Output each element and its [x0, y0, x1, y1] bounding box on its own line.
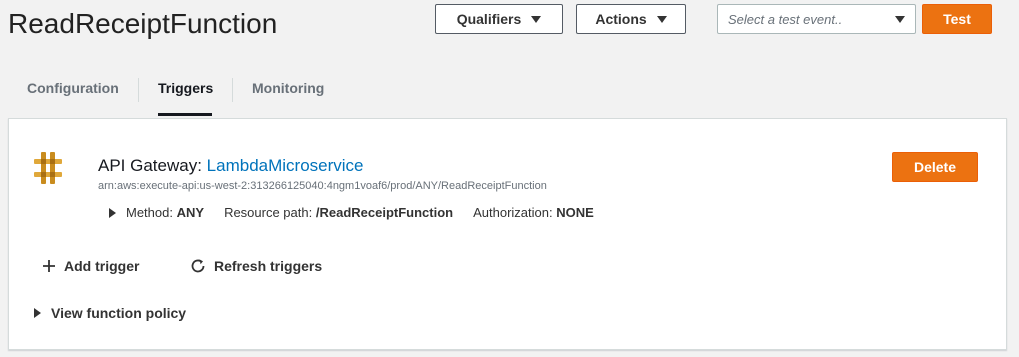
qualifiers-dropdown[interactable]: Qualifiers [435, 4, 563, 34]
test-event-placeholder: Select a test event.. [728, 11, 843, 27]
expand-triangle-icon [34, 308, 41, 318]
qualifiers-label: Qualifiers [456, 11, 522, 27]
caret-down-icon [656, 15, 667, 23]
method-value: ANY [176, 205, 205, 220]
caret-down-icon [531, 15, 542, 23]
refresh-triggers-label: Refresh triggers [214, 258, 323, 274]
trigger-type-label: API Gateway: [98, 156, 207, 175]
triggers-panel: API Gateway: LambdaMicroservice arn:aws:… [8, 118, 1007, 350]
tab-configuration[interactable]: Configuration [27, 70, 119, 116]
caret-down-icon [895, 15, 905, 23]
tab-divider [138, 78, 139, 102]
tab-bar: Configuration Triggers Monitoring [0, 70, 400, 116]
add-trigger-label: Add trigger [64, 258, 140, 274]
method-detail: Method: ANY [126, 205, 204, 220]
trigger-arn: arn:aws:execute-api:us-west-2:3132661250… [98, 180, 547, 192]
view-function-policy-toggle[interactable]: View function policy [34, 305, 186, 321]
method-label: Method: [126, 205, 173, 220]
tab-triggers[interactable]: Triggers [158, 70, 213, 116]
resource-path-label: Resource path: [224, 205, 313, 220]
authorization-value: NONE [556, 205, 594, 220]
refresh-triggers-button[interactable]: Refresh triggers [190, 258, 322, 274]
actions-dropdown[interactable]: Actions [576, 4, 686, 34]
trigger-details-toggle[interactable]: Method: ANY Resource path: /ReadReceiptF… [109, 205, 614, 220]
plus-icon [43, 260, 55, 272]
trigger-title: API Gateway: LambdaMicroservice [98, 156, 364, 176]
test-event-select[interactable]: Select a test event.. [717, 4, 916, 34]
test-button[interactable]: Test [922, 4, 992, 34]
resource-path-value: /ReadReceiptFunction [315, 205, 454, 220]
authorization-label: Authorization: [473, 205, 553, 220]
tab-divider [232, 78, 233, 102]
add-trigger-button[interactable]: Add trigger [42, 258, 139, 274]
tab-monitoring[interactable]: Monitoring [252, 70, 324, 116]
trigger-name-link[interactable]: LambdaMicroservice [207, 156, 364, 175]
api-gateway-icon [34, 152, 62, 184]
delete-trigger-button[interactable]: Delete [892, 152, 978, 182]
page-title: ReadReceiptFunction [8, 8, 278, 39]
refresh-icon [191, 259, 205, 273]
resource-path-detail: Resource path: /ReadReceiptFunction [224, 205, 453, 220]
authorization-detail: Authorization: NONE [473, 205, 594, 220]
actions-label: Actions [595, 11, 647, 27]
expand-triangle-icon [109, 207, 116, 218]
view-policy-label: View function policy [51, 305, 187, 321]
